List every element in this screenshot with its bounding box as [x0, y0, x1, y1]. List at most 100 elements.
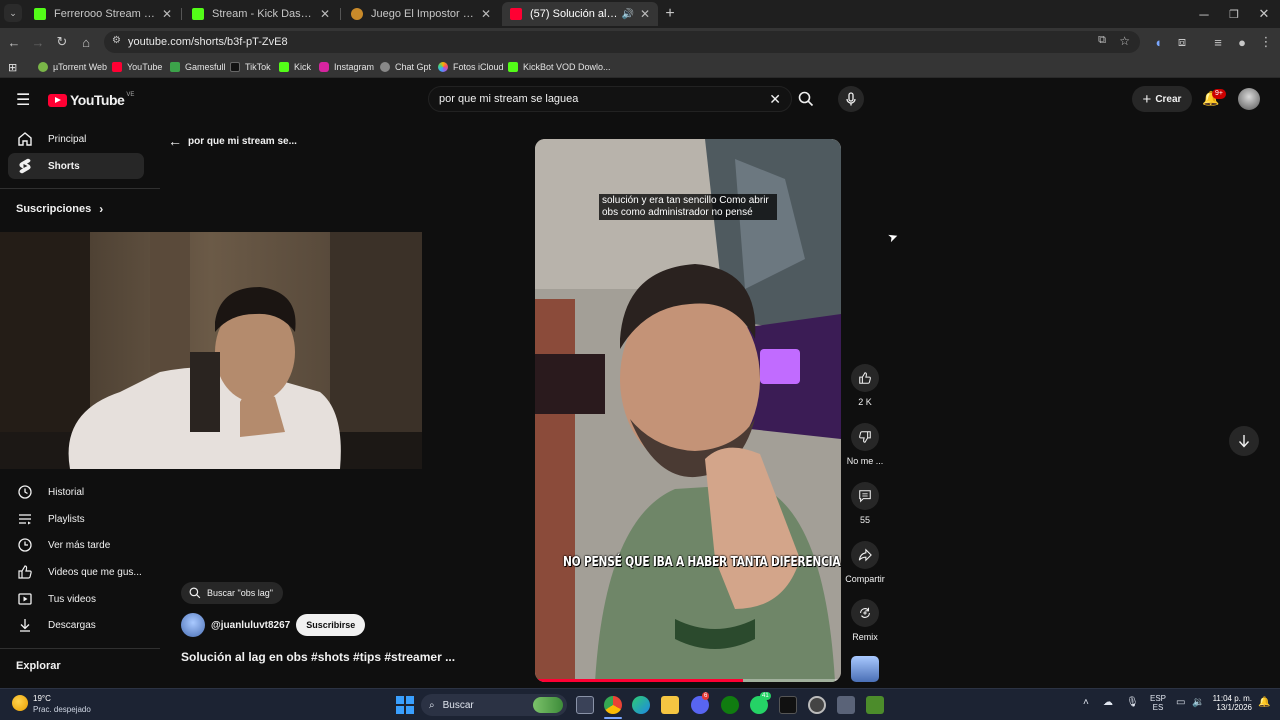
site-info-icon[interactable]: ⚙ — [112, 35, 121, 46]
home-icon[interactable]: ⌂ — [76, 32, 96, 52]
address-bar[interactable]: ⚙ youtube.com/shorts/b3f-pT-ZvE8 ⧉ ☆ — [104, 31, 1140, 53]
tiktok-icon[interactable] — [779, 696, 797, 714]
notification-center-icon[interactable]: 🔔 — [1258, 697, 1270, 708]
language-code: ESP — [1150, 694, 1167, 703]
bookmark-label: YouTube — [127, 62, 163, 72]
close-window-icon[interactable]: ✕ — [1254, 4, 1274, 24]
next-short-button[interactable] — [1229, 426, 1259, 456]
chrome-menu-icon[interactable]: ⋮ — [1256, 32, 1276, 52]
search-icon — [189, 587, 201, 599]
extension-icon[interactable]: ◖ — [1148, 32, 1168, 52]
clear-search-icon[interactable]: ✕ — [769, 91, 781, 108]
sidebar-item-descargas[interactable]: Descargas — [8, 612, 144, 638]
hamburger-menu-icon[interactable]: ☰ — [16, 90, 30, 110]
profile-icon[interactable]: ● — [1232, 32, 1252, 52]
remix-button[interactable]: Remix — [844, 599, 886, 642]
tab-ferrerooo[interactable]: Ferrerooo Stream - Watch Live ✕ — [26, 2, 180, 26]
chrome-icon[interactable] — [604, 696, 622, 714]
back-icon[interactable]: ← — [4, 32, 24, 52]
weather-sun-icon[interactable] — [12, 695, 28, 711]
task-view-icon[interactable] — [576, 696, 594, 714]
audio-playing-icon[interactable]: 🔊 — [621, 9, 633, 20]
taskbar-search-box[interactable]: ⌕ Buscar — [421, 694, 567, 716]
sidebar-item-shorts[interactable]: Shorts — [8, 153, 144, 179]
extensions-puzzle-icon[interactable]: ⧈ — [1172, 32, 1192, 52]
sidebar-item-principal[interactable]: Principal — [8, 126, 144, 152]
account-avatar[interactable] — [1238, 88, 1260, 110]
language-indicator[interactable]: ESP ES — [1150, 694, 1166, 712]
channel-avatar[interactable] — [181, 613, 205, 637]
sidebar-item-historial[interactable]: Historial — [8, 479, 144, 505]
bookmark-star-icon[interactable]: ☆ — [1119, 34, 1130, 48]
tab-youtube-short[interactable]: (57) Solución al lag en obs 🔊 ✕ — [502, 2, 658, 26]
edge-icon[interactable] — [632, 696, 650, 714]
channel-name[interactable]: @juanluluvt8267 — [211, 620, 290, 631]
bookmark-kick[interactable]: Kick — [279, 60, 311, 74]
calculator-icon[interactable] — [837, 696, 855, 714]
media-controls-icon[interactable]: ≡ — [1208, 32, 1228, 52]
sidebar-item-ver-mas-tarde[interactable]: Ver más tarde — [8, 532, 144, 558]
close-tab-icon[interactable]: ✕ — [640, 7, 650, 21]
minecraft-icon[interactable] — [866, 696, 884, 714]
voice-search-button[interactable] — [838, 86, 864, 112]
search-input[interactable]: por que mi stream se laguea ✕ — [428, 86, 792, 112]
video-progress-track[interactable] — [535, 679, 841, 682]
short-video-player[interactable]: solución y era tan sencillo Como abrir o… — [535, 139, 841, 682]
microphone-icon — [846, 92, 856, 106]
microphone-icon[interactable]: 🎙 — [1126, 697, 1139, 708]
short-title[interactable]: Solución al lag en obs #shots #tips #str… — [181, 650, 455, 664]
onedrive-icon[interactable]: ☁ — [1103, 697, 1113, 708]
minimize-icon[interactable]: ─ — [1194, 4, 1214, 24]
bookmark-utorrent[interactable]: µTorrent Web — [38, 60, 107, 74]
apps-grid-icon[interactable]: ⊞ — [8, 60, 17, 74]
new-tab-icon[interactable]: + — [660, 4, 680, 24]
reload-icon[interactable]: ↻ — [52, 32, 72, 52]
network-icon[interactable]: ▭ — [1176, 697, 1185, 708]
like-button[interactable]: 2 K — [844, 364, 886, 407]
file-explorer-icon[interactable] — [661, 696, 679, 714]
close-tab-icon[interactable]: ✕ — [481, 7, 491, 21]
bookmark-tiktok[interactable]: TikTok — [230, 60, 271, 74]
comments-button[interactable]: 55 — [844, 482, 886, 525]
bookmark-kickbot[interactable]: KickBot VOD Dowlo... — [508, 60, 611, 74]
show-hidden-icons-icon[interactable]: ˄ — [1083, 697, 1089, 708]
arrow-down-icon — [1238, 435, 1250, 448]
bookmark-label: µTorrent Web — [53, 62, 108, 72]
remix-icon — [851, 599, 879, 627]
subscribe-button[interactable]: Suscribirse — [296, 614, 366, 636]
utorrent-icon — [38, 62, 48, 72]
close-tab-icon[interactable]: ✕ — [320, 7, 330, 21]
bookmark-gamesfull[interactable]: Gamesfull — [170, 60, 226, 74]
tab-kick-dashboard[interactable]: Stream - Kick Dashboard ✕ — [184, 2, 338, 26]
share-button[interactable]: Compartir — [844, 541, 886, 584]
youtube-logo[interactable]: YouTube VE — [48, 92, 134, 108]
subscriptions-heading[interactable]: Suscripciones › — [16, 202, 103, 216]
close-tab-icon[interactable]: ✕ — [162, 7, 172, 21]
weather-description: Prac. despejado — [33, 705, 91, 714]
weather-temp[interactable]: 19°C — [33, 694, 51, 703]
clock[interactable]: 11:04 p. m. 13/1/2026 — [1210, 694, 1252, 712]
volume-icon[interactable]: 🔉 — [1192, 697, 1204, 708]
install-app-icon[interactable]: ⧉ — [1098, 34, 1106, 47]
xbox-icon[interactable] — [721, 696, 739, 714]
sidebar-item-tus-videos[interactable]: Tus videos — [8, 586, 144, 612]
burned-in-caption: NO PENSÉ QUE IBA A HABER TANTA DIFERENCI… — [563, 555, 841, 570]
bookmark-icloud[interactable]: Fotos iCloud — [438, 60, 504, 74]
sidebar-item-playlists[interactable]: Playlists — [8, 506, 144, 532]
bookmark-instagram[interactable]: Instagram — [319, 60, 374, 74]
create-button[interactable]: + Crear — [1132, 86, 1192, 112]
tab-search-icon[interactable]: ⌄ — [4, 4, 22, 22]
restore-icon[interactable]: ❐ — [1224, 4, 1244, 24]
tab-impostor[interactable]: Juego El Impostor Online - Jugar ✕ — [343, 2, 499, 26]
sidebar-item-liked-videos[interactable]: Videos que me gus... — [8, 559, 144, 585]
forward-icon[interactable]: → — [28, 32, 48, 52]
obs-icon[interactable] — [808, 696, 826, 714]
search-suggestion-chip[interactable]: Buscar "obs lag" — [181, 582, 283, 604]
bookmark-chatgpt[interactable]: Chat Gpt — [380, 60, 431, 74]
windows-start-icon[interactable] — [396, 696, 414, 714]
search-button[interactable] — [794, 88, 818, 110]
bookmark-youtube[interactable]: YouTube — [112, 60, 162, 74]
back-to-search[interactable]: ← por que mi stream se... — [168, 133, 297, 149]
audio-source-thumbnail[interactable] — [851, 656, 879, 682]
dislike-button[interactable]: No me ... — [844, 423, 886, 466]
